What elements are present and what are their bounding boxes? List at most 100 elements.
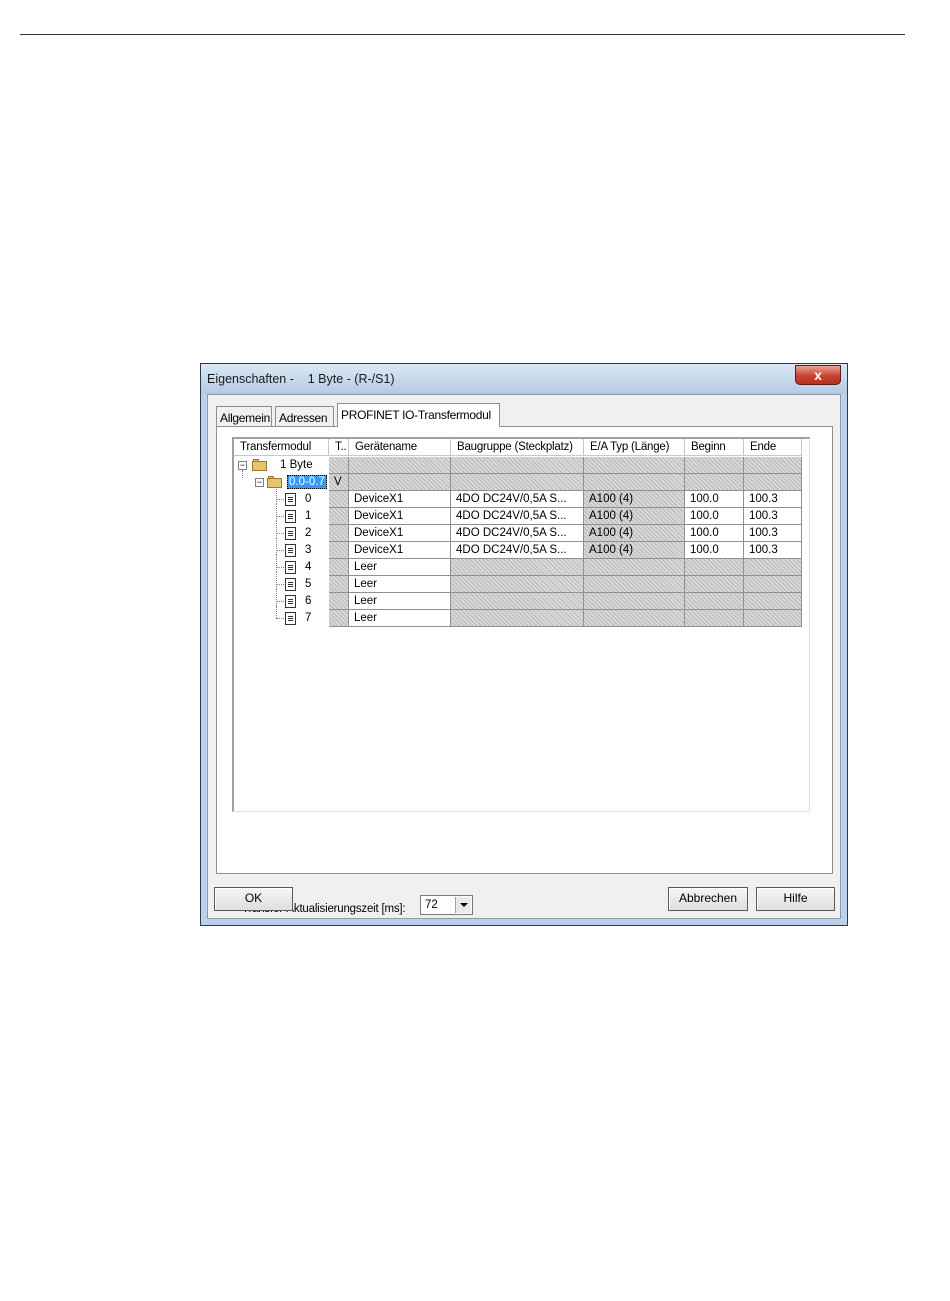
- table-row[interactable]: 7 Leer: [234, 606, 804, 627]
- table-cell: [744, 474, 802, 491]
- folder-icon: [267, 476, 283, 488]
- tree-cell: 6: [234, 589, 329, 610]
- page-header-rule: [20, 34, 905, 35]
- table-row[interactable]: 3 DeviceX1 4DO DC24V/0,5A S... A100 (4) 100.…: [234, 538, 804, 559]
- table-cell: [329, 525, 349, 542]
- collapse-icon[interactable]: −: [238, 461, 247, 470]
- column-header[interactable]: Ende: [744, 439, 802, 456]
- table-cell: [685, 474, 744, 491]
- table-cell: V: [329, 474, 349, 491]
- module-icon: [285, 595, 296, 608]
- table-cell: 4DO DC24V/0,5A S...: [451, 508, 584, 525]
- table-cell: [329, 610, 349, 627]
- cancel-button[interactable]: Abbrechen: [668, 887, 748, 911]
- table-cell: A100 (4): [584, 525, 685, 542]
- module-icon: [285, 578, 296, 591]
- table-row[interactable]: 5 Leer: [234, 572, 804, 593]
- table-cell: [451, 457, 584, 474]
- table-cell: [329, 559, 349, 576]
- tree-label: 7: [305, 612, 312, 624]
- table-cell: A100 (4): [584, 508, 685, 525]
- table-cell: DeviceX1: [349, 491, 451, 508]
- column-header[interactable]: Transfermodul: [234, 439, 329, 456]
- tree-cell: 2: [234, 521, 329, 542]
- ok-button[interactable]: OK: [214, 887, 293, 911]
- title-bar[interactable]: Eigenschaften - 1 Byte - (R-/S1) x: [201, 364, 847, 394]
- table-cell: [685, 593, 744, 610]
- table-cell: [329, 542, 349, 559]
- folder-icon: [252, 459, 268, 471]
- column-header[interactable]: Gerätename: [349, 439, 451, 456]
- tab-panel: Transfermodul T.. Gerätename Baugruppe (Ste…: [216, 426, 833, 915]
- module-icon: [285, 612, 296, 625]
- table-cell: 100.3: [744, 525, 802, 542]
- table-row[interactable]: − 0.0-0.7 V: [234, 470, 804, 491]
- tree-line: [276, 584, 284, 585]
- table-cell: [584, 474, 685, 491]
- tab-allgemein[interactable]: Allgemein: [216, 406, 272, 426]
- table-header: Transfermodul T.. Gerätename Baugruppe (Ste…: [234, 439, 804, 456]
- module-icon: [285, 544, 296, 557]
- table-cell: [584, 610, 685, 627]
- table-cell: 100.0: [685, 542, 744, 559]
- tree-label: 0: [305, 493, 312, 505]
- column-header[interactable]: T..: [329, 439, 349, 456]
- table-row[interactable]: 6 Leer: [234, 589, 804, 610]
- table-row[interactable]: 4 Leer: [234, 555, 804, 576]
- table-row[interactable]: 0 DeviceX1 4DO DC24V/0,5A S... A100 (4) 100.…: [234, 487, 804, 508]
- tab-adressen[interactable]: Adressen: [275, 406, 334, 426]
- tree-label: 1 Byte: [280, 459, 313, 471]
- table-row[interactable]: 2 DeviceX1 4DO DC24V/0,5A S... A100 (4) 100.…: [234, 521, 804, 542]
- tree-label: 3: [305, 544, 312, 556]
- tree-cell: 0: [234, 487, 329, 508]
- chevron-down-icon[interactable]: [455, 897, 471, 913]
- table-cell: [584, 593, 685, 610]
- table-cell: [451, 576, 584, 593]
- tree-line: [276, 521, 277, 538]
- table-cell: 4DO DC24V/0,5A S...: [451, 525, 584, 542]
- table-cell: A100 (4): [584, 542, 685, 559]
- table-cell: 4DO DC24V/0,5A S...: [451, 542, 584, 559]
- table-cell: [584, 559, 685, 576]
- table-cell: [685, 576, 744, 593]
- table-row[interactable]: 1 DeviceX1 4DO DC24V/0,5A S... A100 (4) 100.…: [234, 504, 804, 525]
- tree-label: 2: [305, 527, 312, 539]
- table-cell: [744, 559, 802, 576]
- tree-line: [276, 555, 277, 572]
- tree-line: [276, 550, 284, 551]
- close-button[interactable]: x: [795, 365, 841, 385]
- table-cell: [744, 593, 802, 610]
- table-cell: [451, 610, 584, 627]
- column-header[interactable]: Baugruppe (Steckplatz): [451, 439, 584, 456]
- table-cell: [744, 610, 802, 627]
- tree-line: [276, 606, 277, 618]
- table-row[interactable]: − 1 Byte: [234, 457, 804, 474]
- table-cell: [685, 457, 744, 474]
- column-header[interactable]: E/A Typ (Länge): [584, 439, 685, 456]
- tree-line: [276, 618, 284, 619]
- table-cell: [584, 576, 685, 593]
- collapse-icon[interactable]: −: [255, 478, 264, 487]
- column-header[interactable]: Beginn: [685, 439, 744, 456]
- table-cell: [685, 559, 744, 576]
- tree-label: 5: [305, 578, 312, 590]
- table-cell: DeviceX1: [349, 525, 451, 542]
- close-icon: x: [814, 367, 822, 383]
- table-cell: Leer: [349, 559, 451, 576]
- tree-line: [276, 538, 277, 555]
- help-button[interactable]: Hilfe: [756, 887, 835, 911]
- tab-profinet-io-transfermodul[interactable]: PROFINET IO-Transfermodul: [337, 403, 500, 427]
- table-cell: 100.3: [744, 491, 802, 508]
- tree-line: [276, 499, 284, 500]
- tree-line: [276, 516, 284, 517]
- update-time-select[interactable]: 72: [420, 895, 473, 915]
- table-cell: [584, 457, 685, 474]
- tree-line: [276, 487, 277, 504]
- tree-line: [276, 567, 284, 568]
- table-cell: [329, 508, 349, 525]
- tree-line: [276, 533, 284, 534]
- tree-line: [276, 504, 277, 521]
- transfer-module-table[interactable]: Transfermodul T.. Gerätename Baugruppe (Ste…: [232, 437, 810, 812]
- tree-line: [276, 572, 277, 589]
- tree-cell: 7: [234, 606, 329, 627]
